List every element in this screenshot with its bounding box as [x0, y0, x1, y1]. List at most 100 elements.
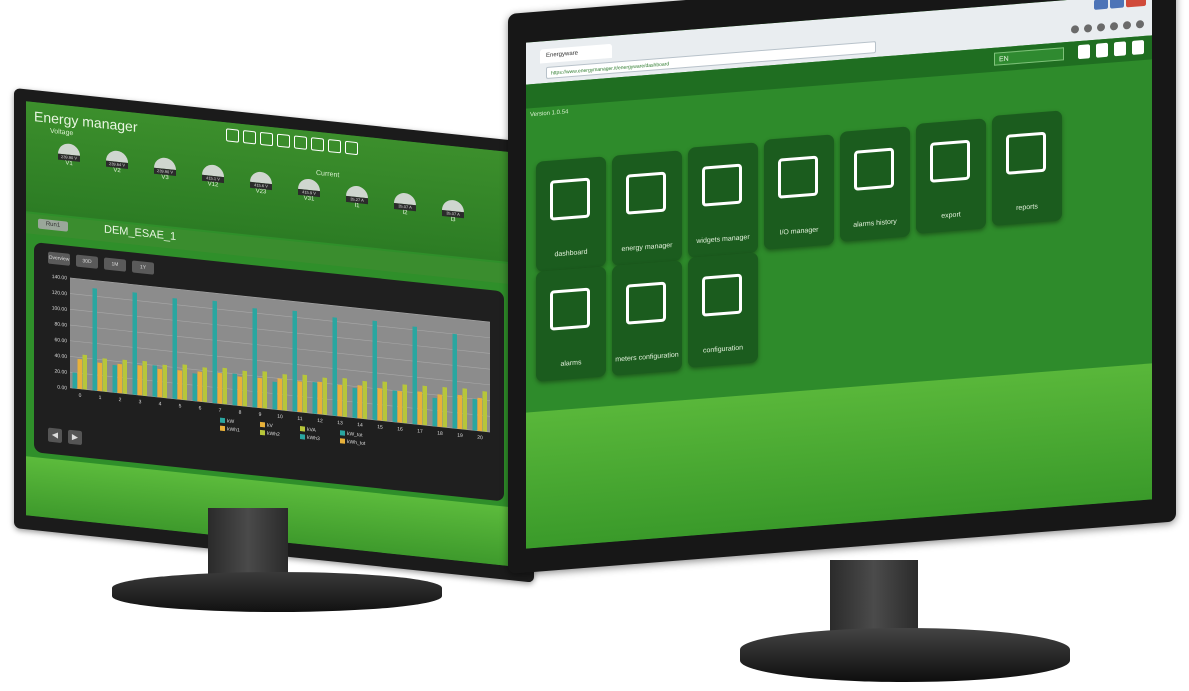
- power-icon[interactable]: [226, 128, 239, 143]
- legend-label: kVA: [307, 427, 316, 434]
- manual-icon[interactable]: [1096, 42, 1108, 58]
- x-tick-label: 16: [397, 426, 403, 433]
- gauge: 239.90 V V1: [56, 142, 82, 167]
- bar: [242, 370, 247, 407]
- x-tick-label: 9: [259, 412, 262, 418]
- bar: [92, 288, 97, 391]
- period-30d-button[interactable]: 30D: [76, 254, 98, 269]
- bar: [442, 386, 447, 428]
- maximize-button[interactable]: [1110, 0, 1124, 9]
- minimize-button[interactable]: [1094, 0, 1108, 10]
- bar: [257, 377, 262, 409]
- x-tick-label: 13: [337, 420, 343, 427]
- legend-label: kW_tot: [347, 431, 363, 439]
- period-1y-button[interactable]: 1Y: [132, 260, 154, 275]
- tile-label: meters configuration: [615, 351, 679, 364]
- gauge: 35.07 A I3: [440, 198, 466, 223]
- bookmark-icon[interactable]: [1110, 21, 1118, 31]
- tile-widgets-manager[interactable]: widgets manager: [688, 142, 758, 258]
- bar: [122, 359, 127, 394]
- legend-swatch: [300, 434, 305, 440]
- landscape-illustration: [526, 363, 1152, 549]
- bar: [392, 390, 397, 423]
- menu-icon[interactable]: [1136, 19, 1144, 29]
- bar: [422, 385, 427, 426]
- tile-i-o-manager[interactable]: I/O manager: [764, 134, 834, 250]
- tile-alarms[interactable]: alarms: [536, 266, 606, 382]
- prev-button[interactable]: ◀: [48, 427, 62, 444]
- x-tick-label: 11: [297, 416, 302, 423]
- gears-icon[interactable]: [328, 139, 341, 154]
- database-gear-icon: [626, 281, 666, 325]
- tile-dashboard[interactable]: dashboard: [536, 156, 606, 272]
- tile-alarms-history[interactable]: alarms history: [840, 126, 910, 242]
- y-tick-label: 80.00: [55, 321, 68, 328]
- x-tick-label: 15: [377, 424, 383, 431]
- x-tick-label: 20: [477, 435, 483, 442]
- bar: [432, 397, 437, 427]
- left-monitor: Energy manager Voltage Current 239.90 VV…: [0, 88, 560, 612]
- settings-icon[interactable]: [1114, 41, 1126, 57]
- x-tick-label: 4: [159, 401, 162, 407]
- x-tick-label: 10: [277, 414, 283, 421]
- bar: [342, 378, 347, 417]
- tile-label: energy manager: [621, 242, 673, 254]
- period-1m-button[interactable]: 1M: [104, 257, 126, 272]
- io-icon[interactable]: [294, 135, 307, 150]
- gauge: 415.1 V V12: [200, 163, 226, 188]
- x-tick-label: 2: [119, 397, 122, 403]
- bar: [357, 385, 362, 419]
- tile-configuration[interactable]: configuration: [688, 252, 758, 368]
- close-button[interactable]: [1126, 0, 1146, 8]
- next-button[interactable]: ▶: [68, 429, 82, 446]
- bar: [332, 317, 337, 416]
- status-badge[interactable]: Run1: [38, 218, 68, 232]
- reload-icon[interactable]: [1071, 25, 1079, 34]
- left-monitor-screen: Energy manager Voltage Current 239.90 VV…: [26, 101, 522, 568]
- language-select[interactable]: EN: [994, 47, 1064, 66]
- x-tick-label: 19: [457, 433, 463, 440]
- tile-energy-manager[interactable]: energy manager: [612, 150, 682, 266]
- gauge: 415.6 V V23: [248, 170, 274, 196]
- x-tick-label: 12: [317, 418, 323, 425]
- bar: [417, 391, 422, 425]
- bar: [312, 381, 317, 414]
- browser-tab[interactable]: Energyware: [540, 43, 612, 64]
- report-icon: [1006, 131, 1046, 175]
- bar: [477, 397, 482, 432]
- tile-export[interactable]: export: [916, 118, 986, 234]
- legend-label: kWh3: [307, 435, 320, 442]
- bar: [72, 372, 77, 389]
- bar: [212, 300, 217, 404]
- x-tick-label: 5: [179, 403, 182, 409]
- gauge: 415.9 V V31: [296, 177, 322, 203]
- x-tick-label: 17: [417, 428, 423, 435]
- report-icon[interactable]: [345, 140, 358, 156]
- bar: [177, 370, 182, 400]
- overview-button[interactable]: Overview: [48, 251, 70, 266]
- bar: [372, 320, 377, 421]
- bar: [337, 384, 342, 417]
- tile-reports[interactable]: reports: [992, 110, 1062, 226]
- shield-icon[interactable]: [1123, 20, 1131, 30]
- bar: [412, 326, 417, 425]
- trend-chart-icon[interactable]: [260, 131, 273, 147]
- legend-swatch: [260, 421, 265, 428]
- database-icon[interactable]: [311, 137, 324, 152]
- home-icon[interactable]: [1097, 23, 1105, 32]
- y-tick-label: 40.00: [55, 353, 68, 360]
- gears-icon: [702, 273, 742, 317]
- legend-label: kW: [227, 418, 234, 425]
- widget-star-icon: [702, 163, 742, 207]
- gauge: 239.90 V V3: [152, 156, 178, 181]
- legend-label: kWh1: [227, 426, 240, 433]
- widget-icon[interactable]: [277, 133, 290, 149]
- legend-swatch: [300, 426, 305, 432]
- download-icon[interactable]: [1084, 24, 1092, 33]
- tile-meters-configuration[interactable]: meters configuration: [612, 260, 682, 376]
- user-icon[interactable]: [1078, 44, 1090, 60]
- bar: [132, 292, 137, 395]
- gauge: 239.64 V V2: [104, 149, 130, 174]
- lock-icon[interactable]: [1132, 39, 1144, 55]
- dashboard-icon[interactable]: [243, 130, 256, 145]
